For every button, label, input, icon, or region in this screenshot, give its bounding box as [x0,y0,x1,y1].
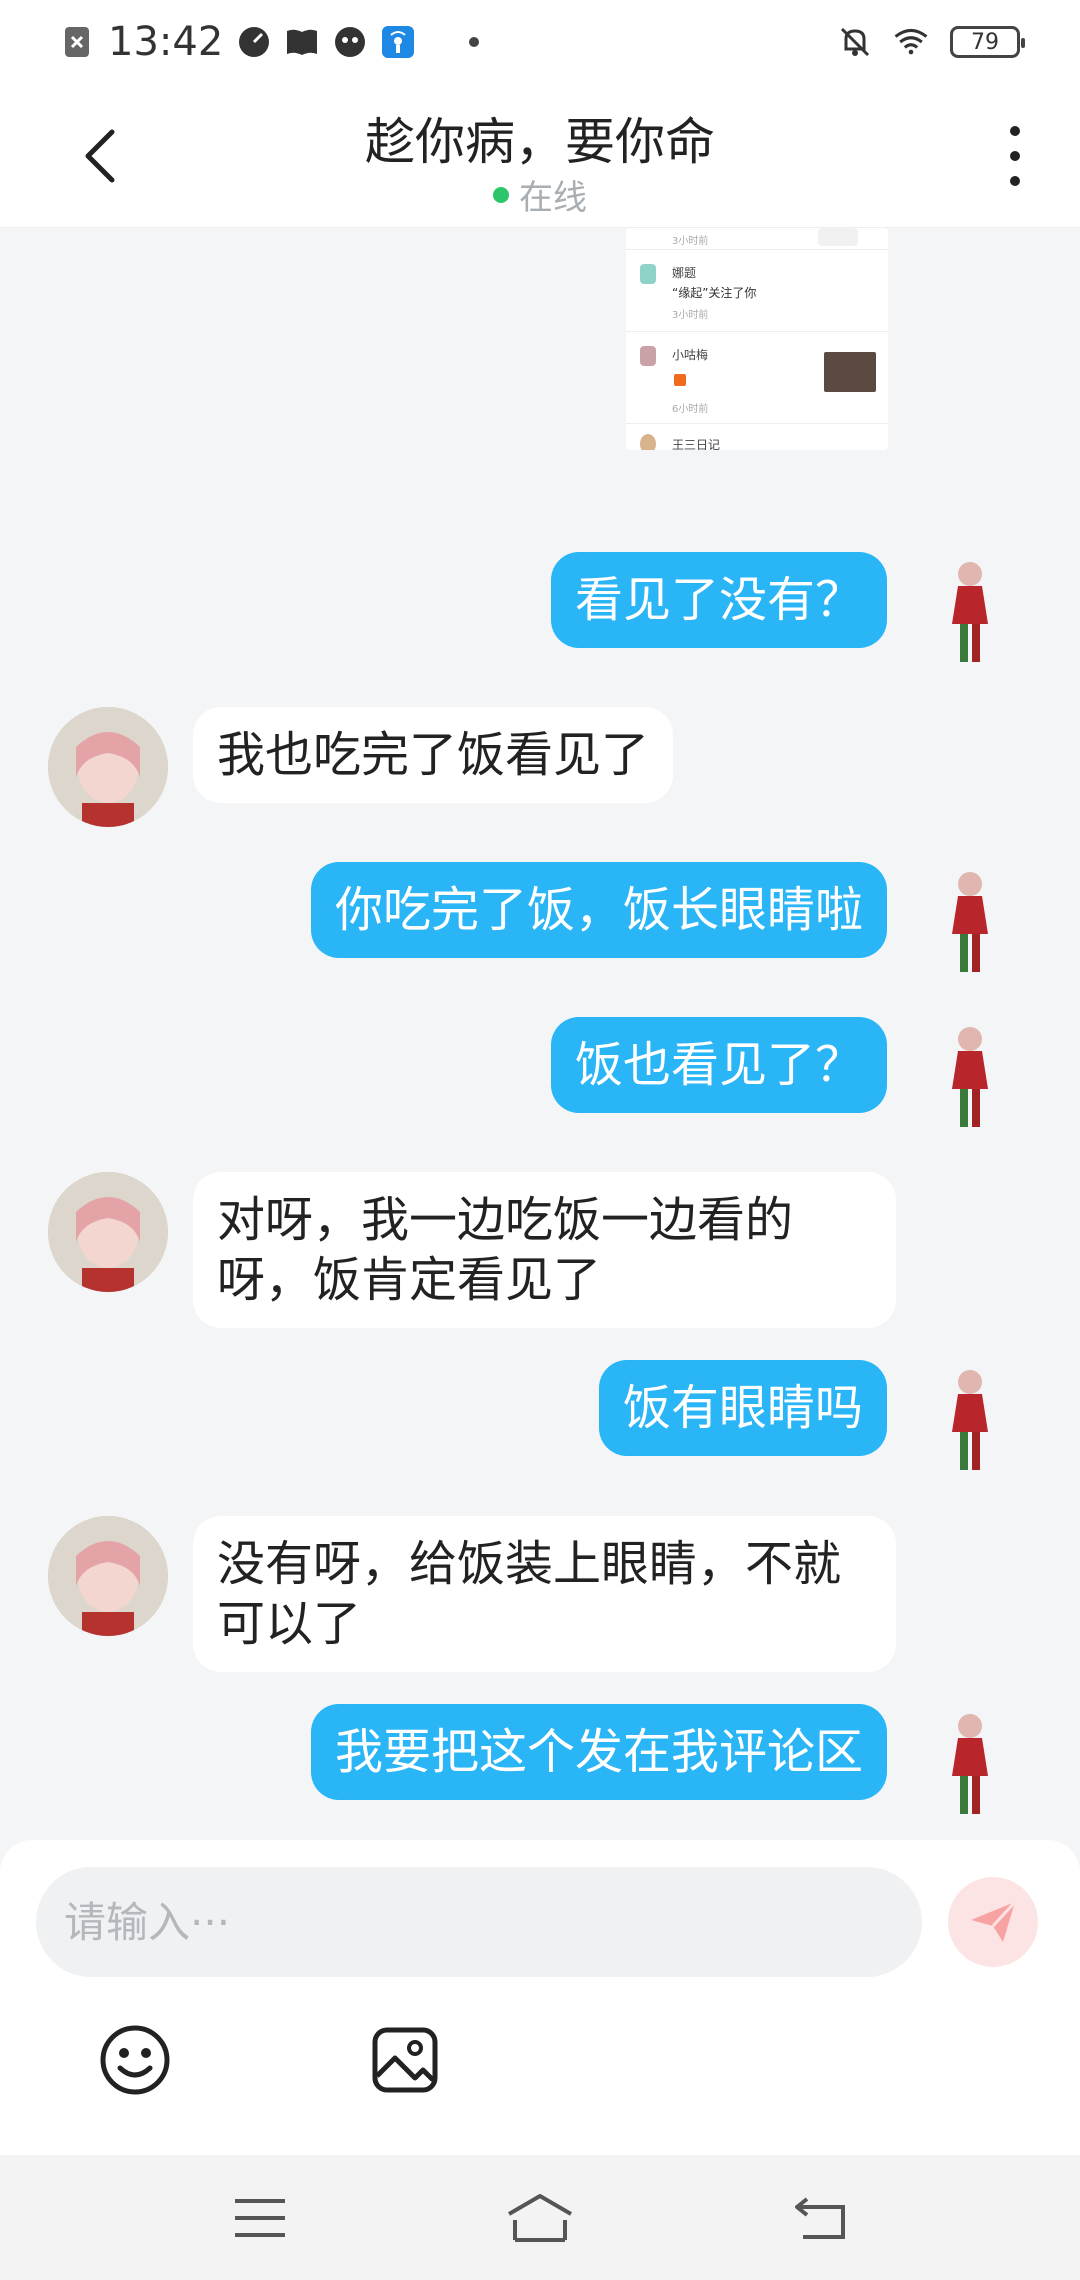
thumb-name: 王三日记 [672,438,721,450]
my-avatar[interactable] [940,1368,1000,1472]
sim-off-icon [60,25,94,59]
my-message-bubble[interactable]: 饭有眼睛吗 [598,1360,887,1456]
more-dot-icon [1010,151,1020,161]
menu-nav-button[interactable] [225,2188,295,2248]
more-options-button[interactable] [1000,126,1030,186]
online-status-text: 在线 [519,178,587,218]
thumb-image [824,352,876,392]
contact-message-bubble[interactable]: 我也吃完了饭看见了 [193,707,674,803]
send-icon [971,1900,1017,1942]
notification-dot [469,37,480,47]
emoji-icon [100,2025,170,2095]
contact-avatar[interactable] [48,1516,168,1636]
thumb-time: 3小时前 [672,310,709,321]
menu-icon [235,2198,285,2237]
message-composer [0,1840,1080,2155]
online-status: 在线 [0,170,1080,219]
online-indicator-icon [493,186,509,203]
image-icon [372,2027,438,2093]
send-button[interactable] [948,1877,1038,1967]
thumbs-up-icon [674,374,686,386]
message-input[interactable] [36,1867,922,1977]
contact-avatar[interactable] [48,1172,168,1292]
thumb-subtitle: “缘起”关注了你 [672,286,757,300]
thumb-avatar [640,346,656,366]
ghost-icon [333,25,367,59]
status-bar: 13:42 79 [0,0,1080,84]
my-message-bubble[interactable]: 我要把这个发在我评论区 [310,1704,887,1800]
my-avatar[interactable] [940,560,1000,664]
thumb-avatar [640,264,656,284]
thumb-avatar [640,434,656,450]
back-nav-button[interactable] [785,2188,855,2248]
thumb-name: 娜题 [672,266,697,280]
chat-header: 趁你病，要你命 在线 [0,84,1080,228]
thumb-name: 小咕梅 [672,348,709,362]
chat-title: 趁你病，要你命 [365,113,715,171]
thumb-chip [818,228,858,246]
my-message-bubble[interactable]: 你吃完了饭，饭长眼睛啦 [310,862,887,958]
thumb-time: 6小时前 [672,404,709,415]
my-message-bubble[interactable]: 饭也看见了？ [550,1017,887,1113]
hotspot-icon [381,25,415,59]
gauge-icon [237,25,271,59]
mute-icon [838,25,872,59]
thumb-time: 3小时前 [672,236,709,247]
back-nav-icon [795,2196,845,2239]
more-dot-icon [1010,176,1020,186]
home-nav-button[interactable] [505,2188,575,2248]
my-message-bubble[interactable]: 看见了没有？ [550,552,887,648]
my-avatar[interactable] [940,1025,1000,1129]
my-avatar[interactable] [940,1712,1000,1816]
shared-screenshot-image[interactable]: 3小时前 娜题 “缘起”关注了你 3小时前 小咕梅 6小时前 王三日记 [626,228,888,450]
chat-message-list[interactable]: 3小时前 娜题 “缘起”关注了你 3小时前 小咕梅 6小时前 王三日记 看见了没… [0,228,1080,1840]
contact-message-bubble[interactable]: 对呀，我一边吃饭一边看的呀，饭肯定看见了 [193,1172,896,1328]
contact-message-bubble[interactable]: 没有呀，给饭装上眼睛，不就可以了 [193,1516,896,1672]
more-dot-icon [1010,126,1020,136]
emoji-button[interactable] [95,2020,175,2100]
home-icon [507,2193,573,2242]
wifi-icon [894,25,928,59]
status-time: 13:42 [108,19,224,65]
battery-icon: 79 [950,26,1025,58]
my-avatar[interactable] [940,870,1000,974]
contact-avatar[interactable] [48,707,168,827]
image-button[interactable] [365,2020,445,2100]
book-icon [285,25,319,59]
system-nav-bar [0,2155,1080,2280]
